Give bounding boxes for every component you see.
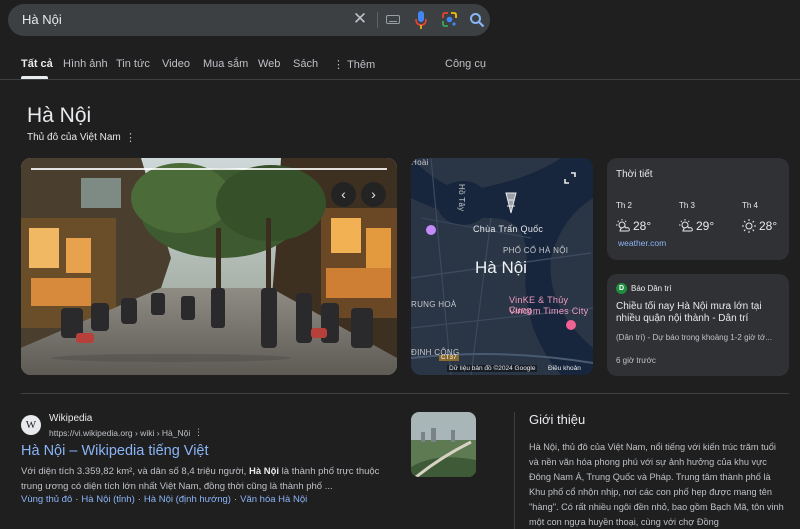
more-menu[interactable]: ⋮ Thêm (333, 58, 375, 71)
result-sitelinks: Vùng thủ đô · Hà Nội (tỉnh) · Hà Nội (định h… (21, 494, 307, 505)
column-divider (514, 412, 515, 529)
search-icon[interactable] (469, 12, 485, 28)
tab-all[interactable]: Tất cả (21, 58, 53, 70)
section-divider (21, 393, 789, 394)
tab-web[interactable]: Web (258, 58, 280, 70)
separator: · (75, 494, 79, 505)
result-site-name[interactable]: Wikipedia (49, 413, 92, 424)
result-url[interactable]: https://vi.wikipedia.org › wiki › Hà_Nội (49, 428, 190, 438)
entity-subtitle: Thủ đô của Việt Nam (27, 132, 121, 143)
partly-cloudy-icon (616, 219, 630, 232)
more-label: Thêm (347, 59, 376, 71)
publisher-name: Báo Dân trí (631, 284, 672, 293)
google-lens-icon[interactable] (441, 11, 458, 28)
map-label-hoai: Hoài (411, 158, 429, 167)
tools-button[interactable]: Công cụ (445, 58, 486, 70)
map-card[interactable]: Hoài Hồ Tây Chùa Trấn Quốc PHỐ CỔ HÀ NỘI… (411, 158, 593, 375)
weather-day: Th 3 (679, 201, 696, 210)
map-label-pagoda: Chùa Trấn Quốc (473, 224, 544, 234)
tab-books[interactable]: Sách (293, 58, 318, 70)
slideshow-progress (31, 168, 387, 170)
weather-day: Th 2 (616, 201, 633, 210)
result-snippet: Với diện tích 3.359,82 km², và dân số 8,… (21, 464, 399, 494)
weather-temp: 29° (696, 219, 715, 233)
news-time: 6 giờ trước (616, 356, 656, 365)
snippet-text: Với diện tích 3.359,82 km², và dân số 8,… (21, 466, 249, 477)
partly-cloudy-icon (679, 219, 693, 232)
clear-icon[interactable]: ✕ (352, 10, 368, 27)
weather-source-link[interactable]: weather.com (618, 238, 666, 248)
weather-day: Th 4 (742, 201, 759, 210)
map-label-dinh-cong: ĐỊNH CÔNG (411, 348, 460, 357)
search-divider (377, 12, 378, 28)
news-snippet: (Dân trí) - Dự báo trong khoảng 1-2 giờ … (616, 333, 772, 342)
expand-map-icon[interactable] (563, 171, 577, 185)
result-more-icon[interactable]: ⋮ (194, 427, 203, 438)
news-headline[interactable]: Chiều tối nay Hà Nội mưa lớn tại nhiều q… (616, 301, 776, 325)
more-options-icon[interactable]: ⋮ (125, 131, 136, 144)
result-thumbnail[interactable] (411, 412, 476, 477)
sitelink[interactable]: Hà Nội (tỉnh) (81, 494, 134, 505)
search-box[interactable]: Hà Nội ✕ (8, 4, 490, 36)
intro-heading: Giới thiệu (529, 412, 586, 427)
map-label-district: RUNG HOÀ (411, 300, 457, 309)
sitelink[interactable]: Vùng thủ đô (21, 494, 72, 505)
map-label-ho-tay: Hồ Tây (457, 184, 466, 212)
sun-icon (742, 219, 756, 233)
publisher-logo: D (616, 283, 627, 294)
separator: · (233, 494, 238, 505)
separator: · (137, 494, 141, 505)
map-label-mall-2: Vincom Times City (509, 306, 589, 316)
snippet-bold: Hà Nội (248, 466, 280, 477)
weather-title: Thời tiết (616, 169, 653, 180)
weather-temp: 28° (759, 219, 778, 233)
map-credit: Dữ liệu bản đồ ©2024 Google (447, 365, 538, 372)
microphone-icon[interactable] (413, 10, 429, 30)
result-title-link[interactable]: Hà Nội – Wikipedia tiếng Việt (21, 443, 209, 459)
tab-news[interactable]: Tin tức (116, 58, 150, 70)
search-tabs: Tất cả Hình ảnh Tin tức Video Mua sắm We… (0, 52, 800, 80)
active-tab-indicator (21, 76, 48, 79)
weather-card[interactable]: Thời tiết Th 2 Th 3 Th 4 28° 29° 28° wea… (607, 158, 789, 260)
tab-images[interactable]: Hình ảnh (63, 58, 108, 70)
sitelink[interactable]: Văn hóa Hà Nội (240, 494, 307, 505)
aerial-city-image (411, 412, 476, 477)
weather-temp: 28° (633, 219, 652, 233)
map-terms-link[interactable]: Điều khoản (548, 365, 581, 372)
wikipedia-favicon: W (21, 415, 41, 435)
keyboard-icon[interactable] (386, 15, 400, 24)
search-input[interactable]: Hà Nội (22, 12, 62, 27)
previous-image-button[interactable]: ‹ (331, 182, 356, 207)
tab-videos[interactable]: Video (162, 58, 190, 70)
tab-shopping[interactable]: Mua sắm (203, 58, 248, 70)
map-city-label: Hà Nội (475, 258, 527, 277)
entity-title: Hà Nội (27, 104, 92, 127)
intro-text: Hà Nội, thủ đô của Việt Nam, nổi tiếng v… (529, 442, 784, 527)
map-label-old-quarter: PHỐ CỔ HÀ NỘI (503, 246, 569, 255)
news-card[interactable]: D Báo Dân trí Chiều tối nay Hà Nội mưa l… (607, 274, 789, 376)
sitelink[interactable]: Hà Nội (định hướng) (144, 494, 231, 505)
next-image-button[interactable]: › (361, 182, 386, 207)
more-dots-icon: ⋮ (333, 59, 344, 71)
